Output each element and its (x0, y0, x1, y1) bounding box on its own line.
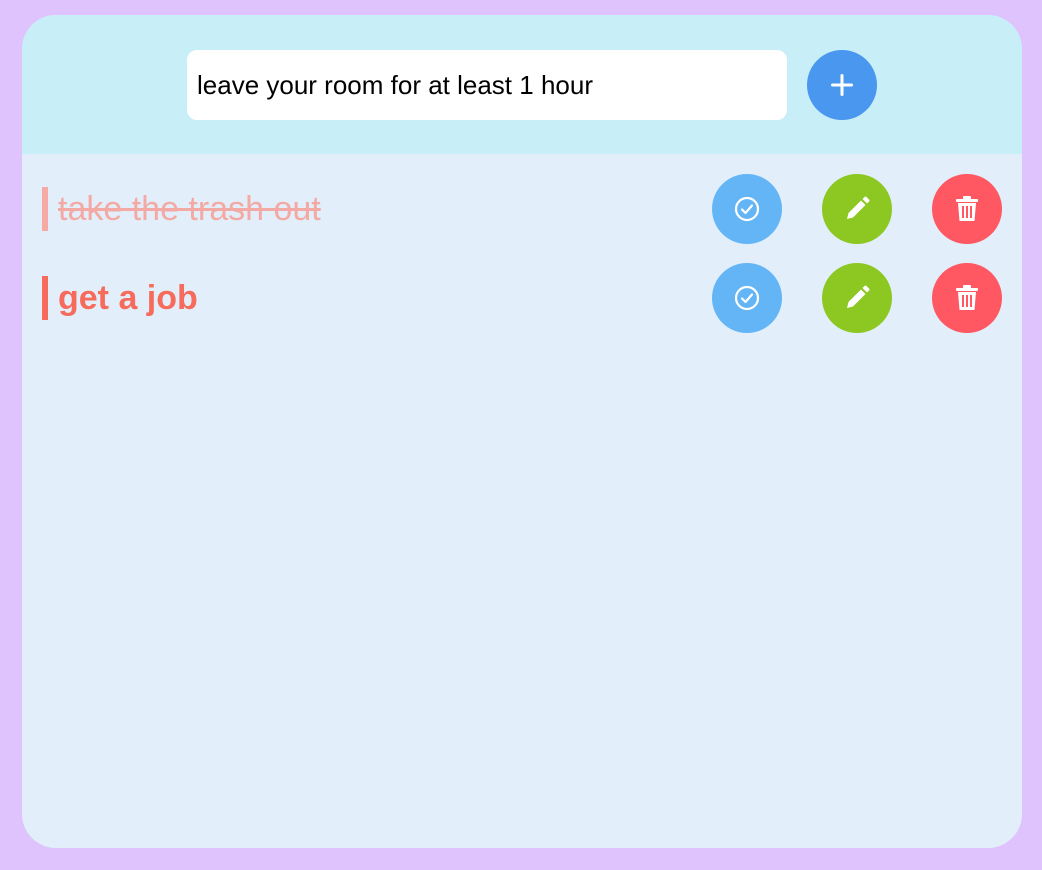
todo-marker (42, 276, 48, 320)
todo-marker (42, 187, 48, 231)
check-circle-icon (734, 285, 760, 311)
trash-icon (956, 285, 978, 310)
todo-list: take the trash out get a job (22, 154, 1022, 333)
todo-text: take the trash out (58, 190, 321, 228)
edit-button[interactable] (822, 174, 892, 244)
pencil-icon (847, 196, 870, 219)
input-header (22, 15, 1022, 154)
todo-text: get a job (58, 279, 198, 317)
trash-icon (956, 196, 978, 221)
todo-item: take the trash out (22, 154, 1022, 244)
edit-button[interactable] (822, 263, 892, 333)
pencil-icon (847, 285, 870, 308)
add-task-button[interactable] (807, 50, 877, 120)
todo-card: take the trash out (22, 15, 1022, 848)
complete-button[interactable] (712, 174, 782, 244)
todo-item: get a job (22, 243, 1022, 333)
check-circle-icon (734, 196, 760, 222)
delete-button[interactable] (932, 263, 1002, 333)
complete-button[interactable] (712, 263, 782, 333)
plus-icon (831, 74, 853, 96)
new-task-input[interactable] (187, 50, 787, 120)
delete-button[interactable] (932, 174, 1002, 244)
